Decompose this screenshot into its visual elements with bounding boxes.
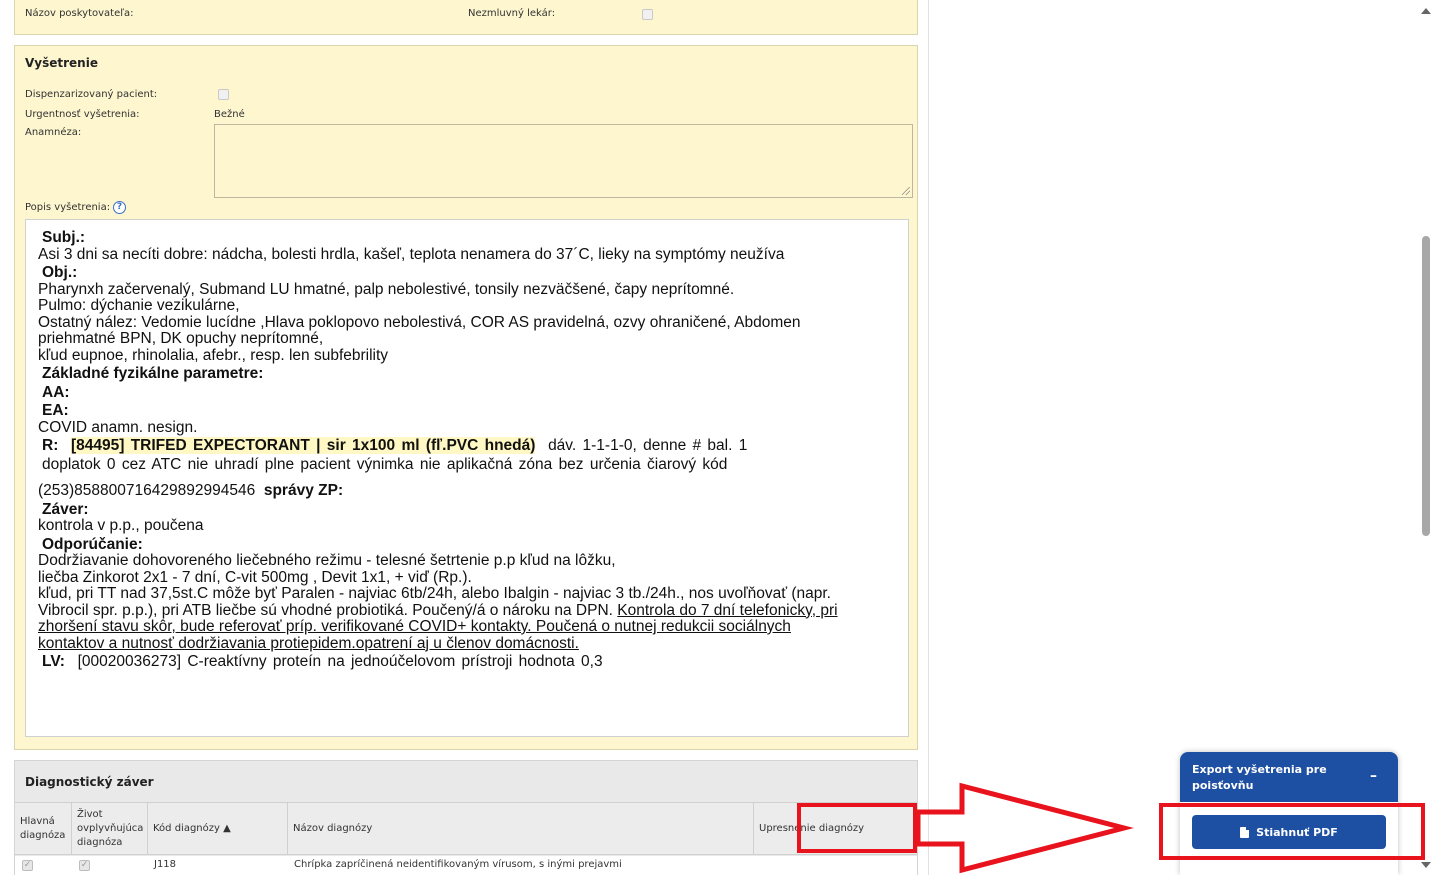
main-diagnosis-checkbox[interactable]: ✓	[22, 860, 33, 871]
editor-line: zhoršení stavu skôr, bude referovať príp…	[38, 618, 791, 635]
drug-name: [84495] TRIFED EXPECTORANT | sir 1x100 m…	[70, 437, 536, 454]
editor-line: priehmatné BPN, DK opuchy neprítomné,	[38, 330, 324, 347]
editor-line: kontrola v p.p., poučena	[38, 517, 204, 534]
highlight-box-detail-column	[797, 803, 917, 853]
editor-line: doplatok 0 cez ATC nie uhradí plne pacie…	[42, 455, 728, 473]
non-contract-doctor-checkbox[interactable]	[642, 9, 653, 20]
header-text: diagnóza	[77, 837, 123, 848]
editor-heading: Základné fyzikálne parametre:	[42, 365, 264, 382]
export-widget-header: Export vyšetrenia pre poisťovňu –	[1180, 752, 1398, 802]
editor-line: Dodržiavanie dohovoreného liečebného rež…	[38, 552, 616, 569]
exam-description-editor[interactable]: Subj.: Asi 3 dni sa necíti dobre: nádcha…	[25, 219, 909, 737]
editor-line: Asi 3 dni sa necíti dobre: nádcha, boles…	[38, 245, 785, 263]
diagnostics-panel: Diagnostický záver Hlavná diagnóza Život o…	[14, 760, 918, 875]
arrow-shape	[915, 782, 1134, 874]
editor-line: Vibrocil spr. p.p.), pri ATB liečbe sú v…	[38, 601, 896, 620]
export-widget-title: Export vyšetrenia pre poisťovňu	[1192, 763, 1327, 792]
editor-heading: Subj.:	[42, 229, 86, 246]
header-text: Hlavná	[20, 816, 55, 827]
editor-line: Ostatný nález: Vedomie lucídne ,Hlava po…	[38, 313, 801, 331]
editor-line: Pharynxh začervenalý, Submand LU hmatné,…	[38, 280, 735, 298]
diagnosis-code: J118	[154, 859, 177, 870]
header-text: ovplyvňujúca	[77, 823, 144, 834]
scroll-down-icon[interactable]	[1421, 862, 1431, 868]
dispensary-label: Dispenzarizovaný pacient:	[25, 89, 158, 100]
header-text: diagnóza	[20, 830, 66, 841]
page-scrollbar[interactable]	[1417, 0, 1435, 875]
underlined-text: Kontrola do 7 dní telefonicky, pri	[617, 601, 838, 619]
diagnostics-table-header: Hlavná diagnóza Život ovplyvňujúca diagnóza…	[15, 802, 917, 855]
scroll-up-icon[interactable]	[1421, 8, 1431, 14]
editor-line: Pulmo: dýchanie vezikulárne,	[38, 297, 240, 314]
life-affecting-checkbox[interactable]: ✓	[79, 860, 90, 871]
editor-heading: správy ZP:	[263, 482, 344, 499]
editor-text: Vibrocil spr. p.p.), pri ATB liečbe sú v…	[38, 601, 618, 619]
description-label: Popis vyšetrenia:	[25, 202, 111, 213]
minimize-icon[interactable]: –	[1370, 768, 1377, 784]
editor-heading: Odporúčanie:	[42, 535, 143, 553]
annotation-arrow	[915, 782, 1134, 874]
diagnostics-title: Diagnostický záver	[25, 775, 154, 789]
exam-panel: Vyšetrenie Dispenzarizovaný pacient: Urg…	[14, 45, 918, 750]
exam-title: Vyšetrenie	[25, 56, 98, 70]
editor-line: liečba Zinkorot 2x1 - 7 dní, C-vit 500mg…	[38, 568, 472, 586]
prescription-line: R: [84495] TRIFED EXPECTORANT | sir 1x10…	[42, 437, 896, 455]
editor-line: kontaktov a nutnosť dodržiavania protiep…	[38, 634, 579, 652]
editor-heading: Záver:	[42, 500, 89, 518]
editor-line: COVID anamn. nesign.	[38, 418, 198, 436]
provider-panel: Názov poskytovateľa: Nezmluvný lekár:	[14, 0, 918, 35]
lab-line: LV: [00020036273] C-reaktívny proteín na…	[42, 653, 896, 671]
urgency-label: Urgentnosť vyšetrenia:	[25, 109, 140, 120]
col-main-diagnosis[interactable]: Hlavná diagnóza	[15, 803, 72, 855]
barcode-line: (253)8588007164298929945​46 správy ZP:	[38, 482, 896, 500]
header-text: Život	[77, 809, 103, 820]
lab-result: [00020036273] C-reaktívny proteín na jed…	[77, 653, 603, 670]
editor-line: kľud, pri TT nad 37,5st.C môže byť Paral…	[38, 585, 831, 602]
editor-heading: R:	[42, 437, 59, 454]
provider-label: Názov poskytovateľa:	[25, 8, 134, 19]
help-icon[interactable]: ?	[113, 201, 126, 214]
urgency-value: Bežné	[214, 109, 245, 120]
table-row[interactable]: ✓ ✓ J118 Chrípka zapríčinená neidentifik…	[15, 856, 917, 875]
dispensary-checkbox[interactable]	[218, 89, 229, 100]
editor-heading: LV:	[42, 653, 65, 670]
editor-line: kľud eupnoe, rhinolalia, afebr., resp. l…	[38, 346, 389, 364]
scrollbar-thumb[interactable]	[1422, 236, 1430, 536]
highlight-box-pdf-button	[1159, 803, 1425, 860]
dosage-text: dáv. 1-1-1-0, denne # bal. 1	[548, 437, 748, 454]
resize-grip-icon[interactable]	[902, 187, 910, 195]
form-column: Názov poskytovateľa: Nezmluvný lekár: Vy…	[0, 0, 930, 875]
barcode-value: (253)8588007164298929945​46	[38, 482, 256, 499]
diagnosis-name: Chrípka zapríčinená neidentifikovaným ví…	[294, 859, 622, 870]
column-divider	[928, 0, 929, 875]
col-diagnosis-code[interactable]: Kód diagnózy ▲	[148, 803, 288, 855]
editor-heading: Obj.:	[42, 264, 78, 281]
non-contract-doctor-label: Nezmluvný lekár:	[468, 8, 556, 19]
col-diagnosis-name[interactable]: Názov diagnózy	[288, 803, 754, 855]
col-life-affecting[interactable]: Život ovplyvňujúca diagnóza	[72, 803, 148, 855]
anamnesis-label: Anamnéza:	[25, 127, 82, 138]
anamnesis-textarea[interactable]	[214, 124, 913, 198]
editor-heading: EA:	[42, 402, 69, 419]
editor-heading: AA:	[42, 383, 70, 401]
